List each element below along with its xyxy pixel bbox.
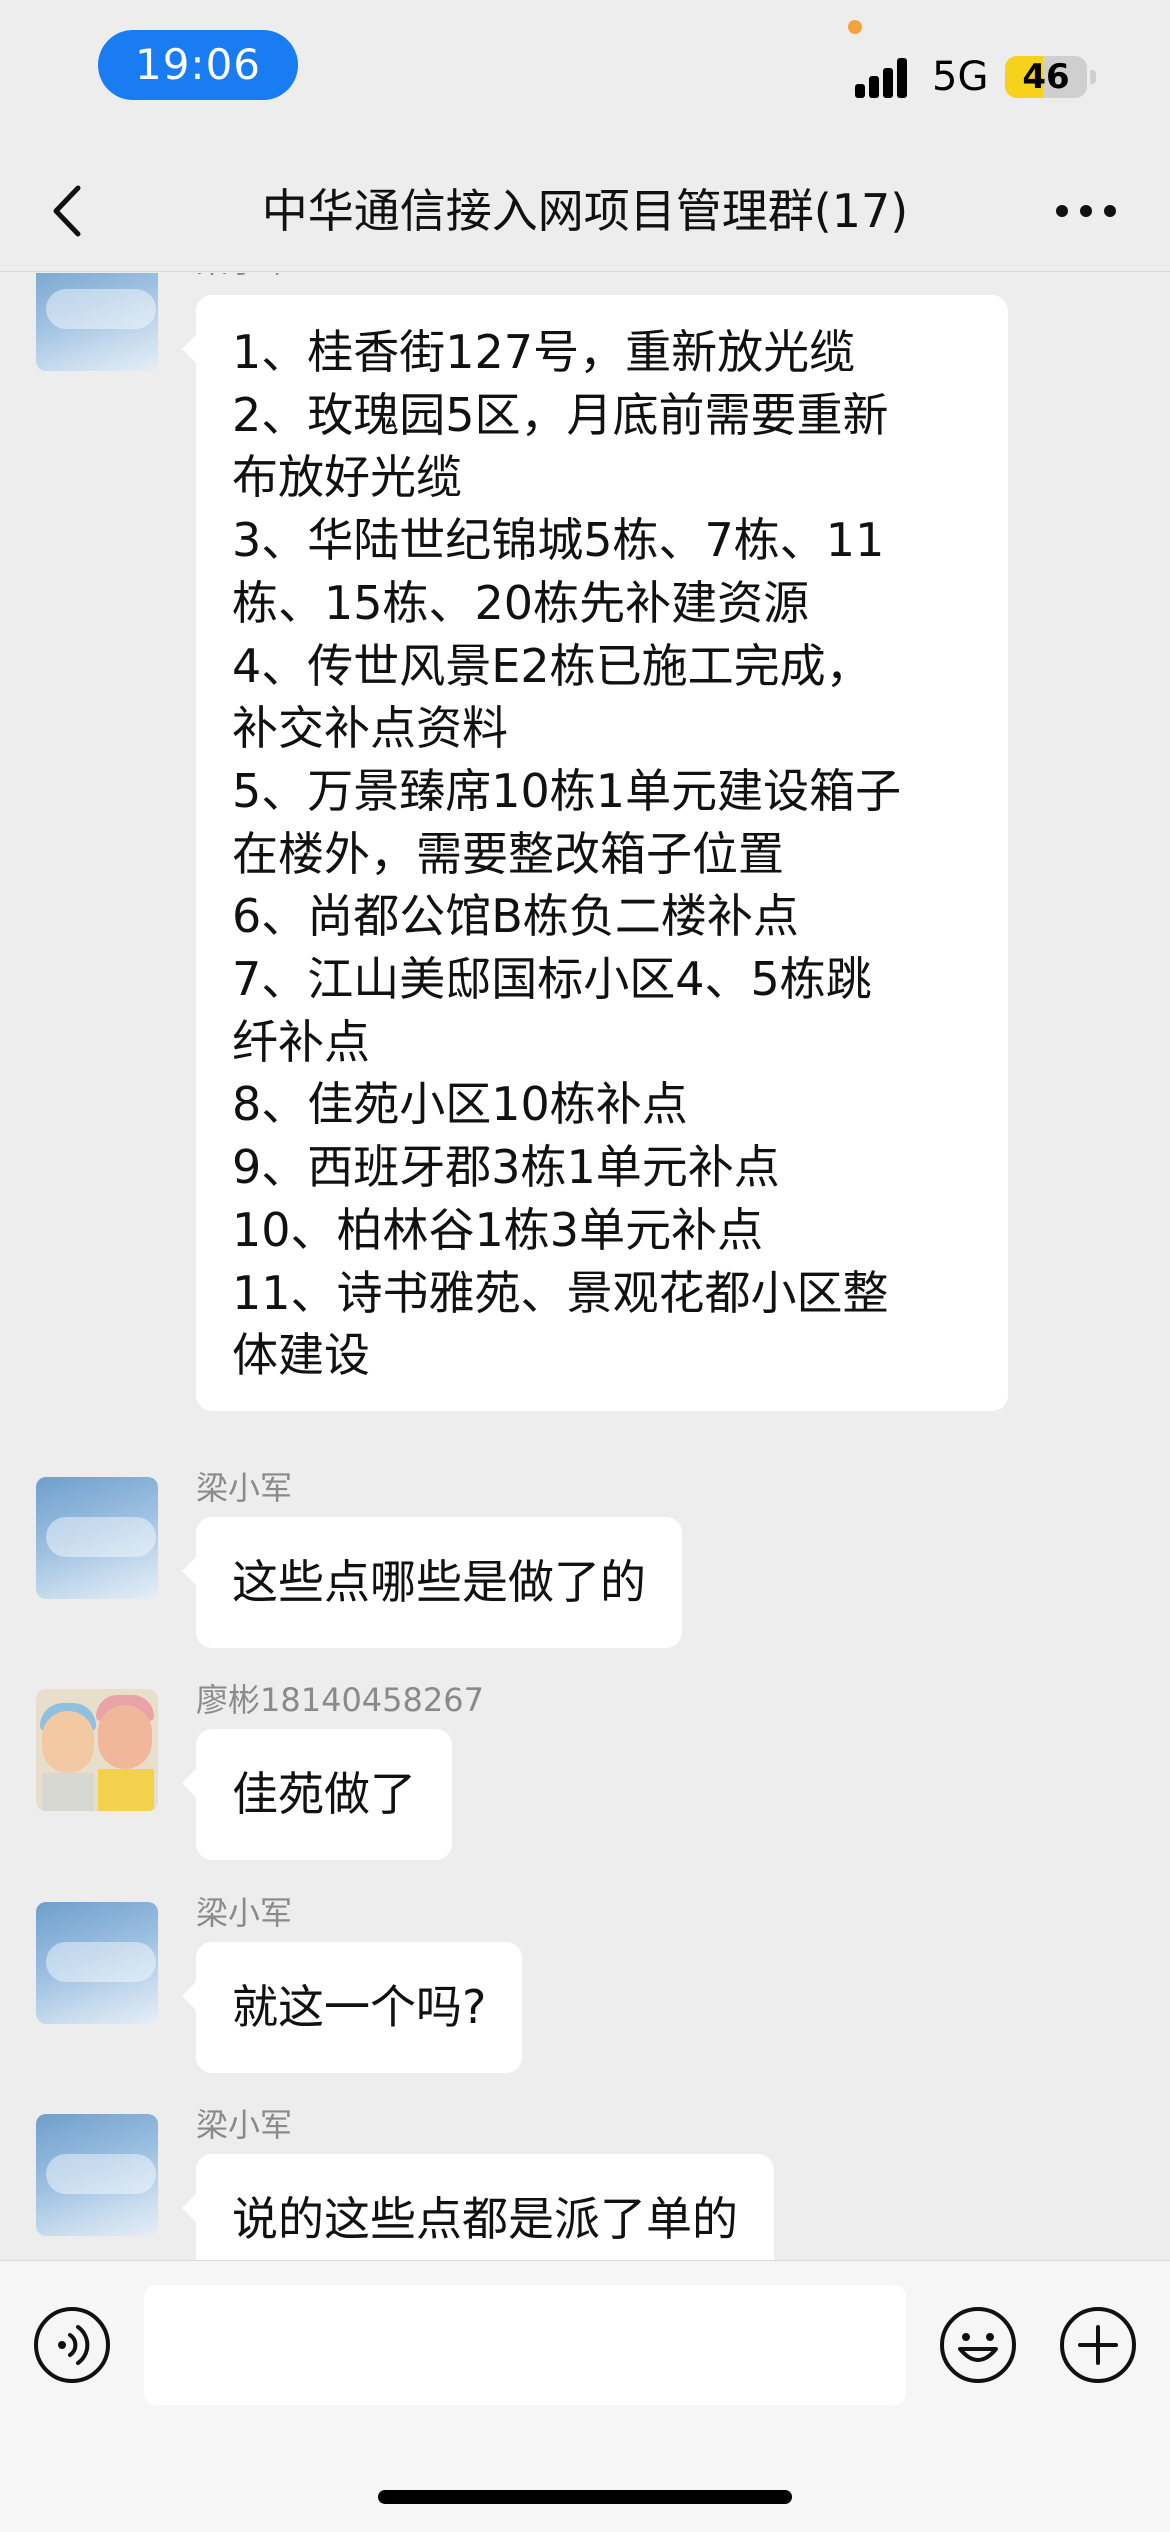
message-line: 纤补点 [232,1014,370,1069]
avatar[interactable] [36,273,158,371]
message-bubble[interactable]: 说的这些点都是派了单的 [182,2154,774,2260]
message-line: 在楼外，需要整改箱子位置 [232,826,784,881]
avatar[interactable] [36,1477,158,1599]
avatar[interactable] [36,1689,158,1811]
home-indicator[interactable] [378,2490,792,2504]
sender-name: 梁小军 [196,1894,293,1932]
privacy-indicator-dot [848,20,862,34]
avatar[interactable] [36,2114,158,2236]
voice-icon[interactable] [32,2305,112,2385]
message-line: 5、万景臻席10栋1单元建设箱子 [232,763,902,818]
sender-name: 梁小军 [196,273,292,281]
message-line: 11、诗书雅苑、景观花都小区整 [232,1265,889,1320]
message-line: 栋、15栋、20栋先补建资源 [232,575,810,630]
message-line: 布放好光缆 [232,450,462,505]
message-line: 9、西班牙郡3栋1单元补点 [232,1140,780,1195]
nav-bar: 中华通信接入网项目管理群(17) [0,150,1170,272]
message-bubble[interactable]: 佳苑做了 [182,1729,452,1860]
message-line: 6、尚都公馆B栋负二楼补点 [232,889,799,944]
emoji-icon[interactable] [938,2305,1018,2385]
battery-tip [1090,70,1096,84]
status-time: 19:06 [98,30,298,100]
message-input[interactable] [144,2285,906,2405]
message-line: 4、传世风景E2栋已施工完成， [232,638,872,693]
message-line: 7、江山美邸国标小区4、5栋跳 [232,952,872,1007]
sender-name: 廖彬18140458267 [196,1681,484,1719]
chat-title: 中华通信接入网项目管理群(17) [261,184,909,238]
message-bubble[interactable]: 就这一个吗? [181,1942,523,2073]
message-bubble[interactable]: 这些点哪些是做了的 [182,1517,682,1648]
message-line: 补交补点资料 [232,701,508,756]
avatar[interactable] [36,1902,158,2024]
message-line: 体建设 [232,1328,370,1383]
chevron-left-icon[interactable] [40,180,100,242]
more-dots-icon[interactable] [1050,180,1122,242]
wechat-group-chat-screen: 19:06 5G 46 中华通信接入网项目管理群(17) 梁小军 [0,0,1170,2532]
battery-icon: 46 [1005,56,1087,98]
network-type: 5G [932,54,989,100]
message-line: 2、玫瑰园5区，月底前需要重新 [232,387,889,442]
message-list[interactable]: 梁小军 1、桂香街127号，重新放光缆 2、玫瑰园5区，月底前需要重新 布放好光… [0,273,1170,2260]
status-bar: 19:06 5G 46 [0,0,1170,150]
message-line: 1、桂香街127号，重新放光缆 [232,325,856,379]
signal-strength-icon [855,58,915,98]
message-bubble[interactable]: 1、桂香街127号，重新放光缆 2、玫瑰园5区，月底前需要重新 布放好光缆 3、… [182,295,1008,1411]
battery-level: 46 [1022,57,1070,97]
sender-name: 梁小军 [196,2106,293,2144]
message-line: 8、佳苑小区10栋补点 [232,1077,688,1132]
sender-name: 梁小军 [196,1469,293,1507]
message-line: 10、柏林谷1栋3单元补点 [232,1202,764,1257]
input-bar [0,2260,1170,2532]
plus-icon[interactable] [1058,2305,1138,2385]
message-line: 3、华陆世纪锦城5栋、7栋、11 [232,513,885,568]
